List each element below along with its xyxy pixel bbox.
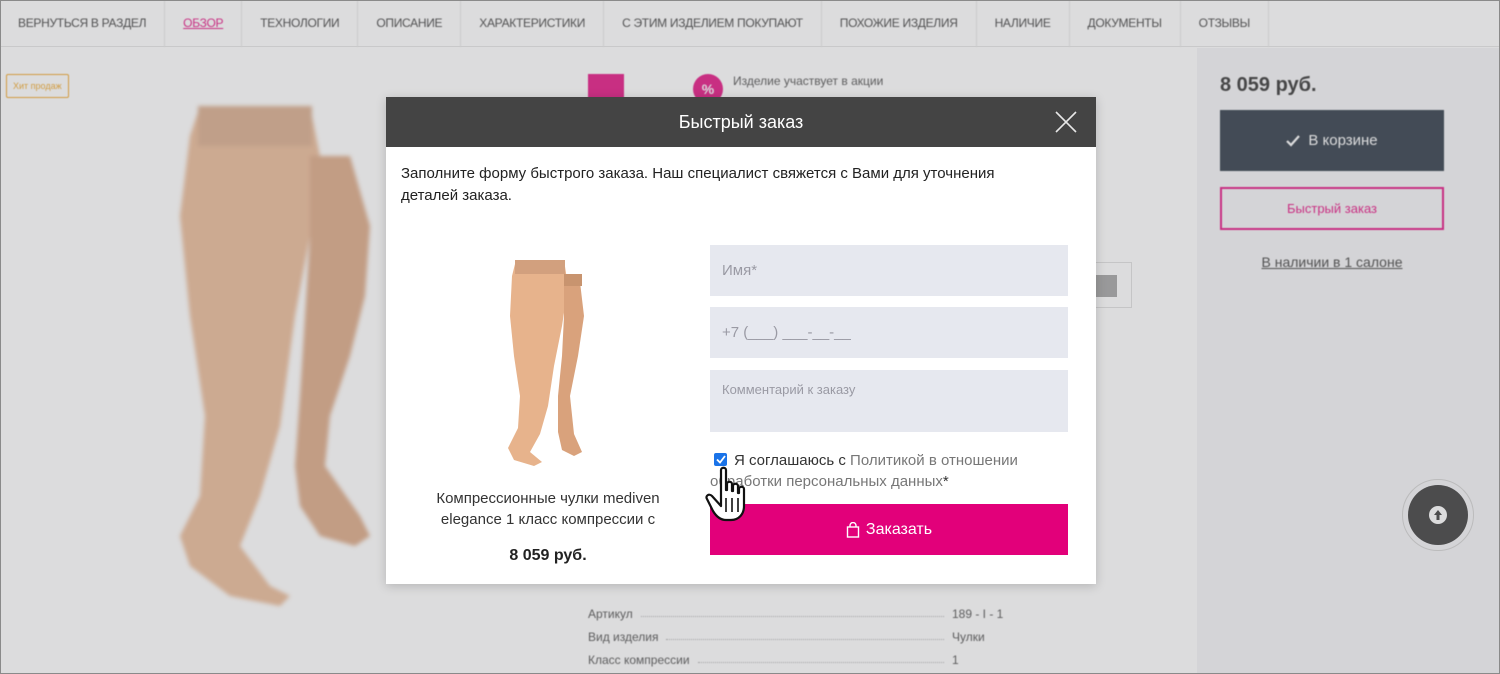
phone-input[interactable] [710, 307, 1068, 358]
hand-pointer-icon [705, 466, 746, 522]
modal-intro-text: Заполните форму быстрого заказа. Наш спе… [401, 165, 995, 204]
product-name-clip: Компрессионные чулки mediven elegance 1 … [411, 488, 685, 534]
close-icon[interactable] [1054, 110, 1078, 134]
consent-checkbox[interactable] [714, 453, 727, 466]
shopping-bag-icon [846, 521, 860, 538]
comment-textarea[interactable] [710, 370, 1068, 432]
name-input[interactable] [710, 245, 1068, 296]
product-price: 8 059 руб. [509, 547, 587, 564]
consent-label: Я соглашаюсь с Политикой в отношении обр… [710, 450, 1050, 492]
consent-required-mark: * [942, 473, 949, 490]
product-name: Компрессионные чулки mediven elegance 1 … [436, 490, 660, 528]
product-thumbnail [478, 256, 618, 468]
order-button-label: Заказать [865, 520, 933, 538]
modal-title: Быстрый заказ [678, 112, 804, 132]
order-submit-button[interactable]: Заказать [710, 504, 1068, 555]
check-icon [715, 455, 726, 464]
modal-header: Быстрый заказ [386, 97, 1096, 147]
